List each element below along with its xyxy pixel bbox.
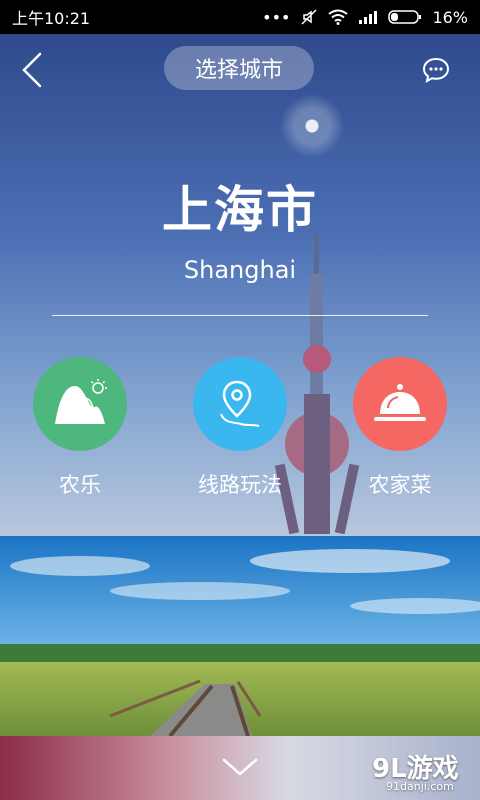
top-navigation: 选择城市 (0, 34, 480, 106)
boardwalk-landscape-photo (0, 536, 480, 736)
chat-bubble-icon (422, 57, 450, 83)
battery-percent: 16% (432, 7, 468, 27)
category-routes-label: 线路玩法 (198, 473, 282, 497)
category-routes[interactable]: 线路玩法 (170, 357, 310, 499)
category-routes-circle (193, 357, 287, 451)
category-farm-fun-label: 农乐 (59, 473, 101, 497)
mountain-sun-icon (55, 379, 107, 424)
city-name-english: Shanghai (183, 256, 297, 284)
category-farm-food-label: 农家菜 (368, 473, 432, 497)
wifi-icon (328, 9, 349, 25)
message-button[interactable] (420, 54, 452, 86)
city-select-label: 选择城市 (194, 58, 283, 83)
watermark-url: 91danji.com (386, 780, 454, 793)
city-select-button[interactable]: 选择城市 (164, 46, 314, 90)
category-farm-food[interactable]: 农家菜 (330, 357, 470, 499)
signal-icon (359, 11, 378, 24)
status-bar: 上午10:21 ••• 16% (0, 0, 480, 34)
status-time: 上午10:21 (12, 9, 91, 28)
divider-line (52, 315, 428, 316)
mute-icon (301, 9, 317, 25)
battery-icon (388, 10, 422, 24)
food-cloche-icon (374, 384, 426, 421)
more-dots-icon: ••• (262, 7, 291, 27)
category-farm-food-circle (353, 357, 447, 451)
city-name-title: 上海市 (162, 181, 318, 239)
route-pin-icon (220, 380, 260, 427)
category-farm-fun-circle (33, 357, 127, 451)
landscape-banner[interactable] (0, 536, 480, 736)
chevron-left-icon (22, 52, 42, 88)
chevron-down-icon[interactable] (220, 756, 260, 780)
category-farm-fun[interactable]: 农乐 (10, 357, 150, 499)
back-button[interactable] (14, 52, 50, 88)
